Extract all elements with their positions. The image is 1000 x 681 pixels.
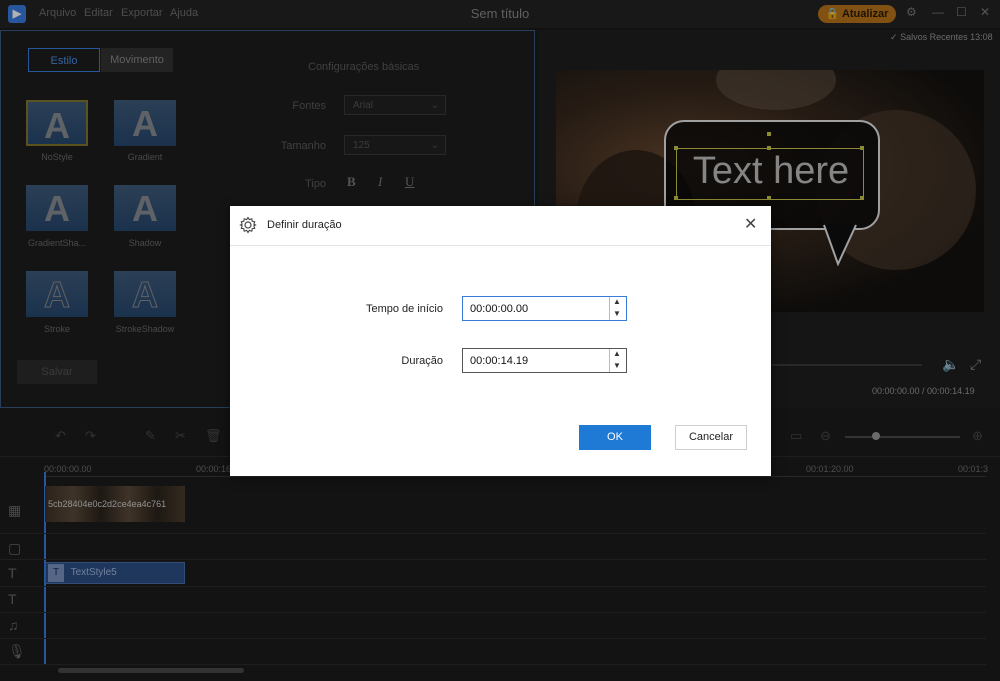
cancel-button[interactable]: Cancelar — [675, 425, 747, 450]
duration-arrows: ▲ ▼ — [609, 349, 626, 372]
start-time-arrows: ▲ ▼ — [609, 297, 626, 320]
start-time-label: Tempo de início — [365, 303, 443, 315]
chevron-up-icon[interactable]: ▲ — [613, 349, 621, 358]
close-icon[interactable]: ✕ — [744, 214, 757, 234]
start-time-value[interactable]: 00:00:00.00 — [470, 303, 528, 315]
dialog-title: Definir duração — [267, 219, 342, 231]
duration-stepper[interactable]: 00:00:14.19 ▲ ▼ — [462, 348, 627, 373]
duration-label: Duração — [401, 355, 443, 367]
ok-button[interactable]: OK — [579, 425, 651, 450]
start-time-stepper[interactable]: 00:00:00.00 ▲ ▼ — [462, 296, 627, 321]
chevron-down-icon[interactable]: ▼ — [613, 361, 621, 370]
gear-icon — [239, 216, 257, 234]
duration-value[interactable]: 00:00:14.19 — [470, 355, 528, 367]
chevron-up-icon[interactable]: ▲ — [613, 297, 621, 306]
set-duration-dialog: Definir duração ✕ Tempo de início 00:00:… — [230, 206, 771, 476]
chevron-down-icon[interactable]: ▼ — [613, 309, 621, 318]
dialog-header: Definir duração ✕ — [230, 206, 771, 246]
